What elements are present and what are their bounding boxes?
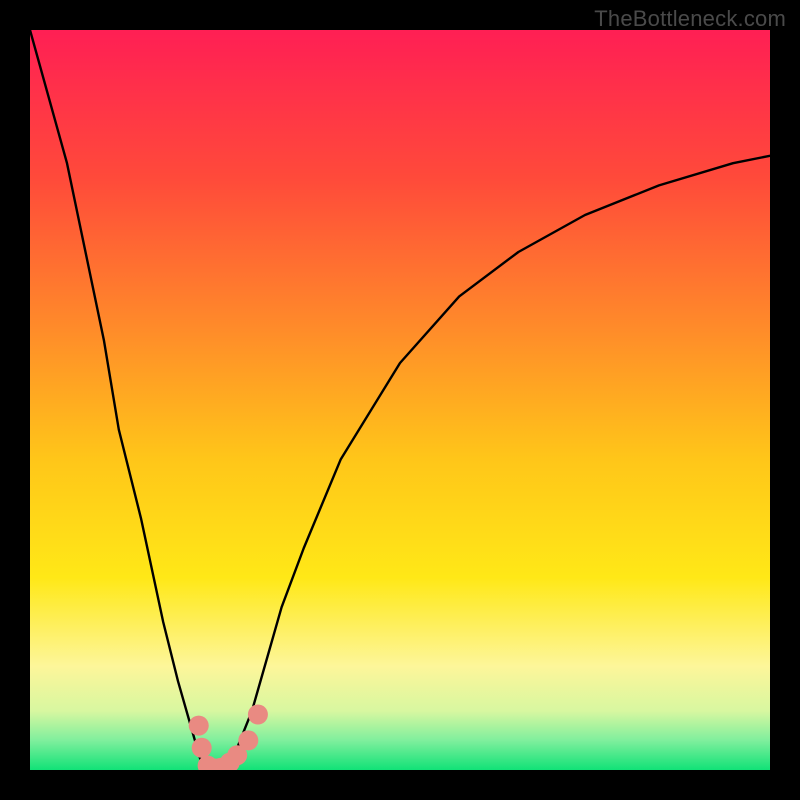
sample-point (192, 738, 212, 758)
plot-area (30, 30, 770, 770)
chart-svg (30, 30, 770, 770)
sample-point (238, 730, 258, 750)
sample-point (189, 716, 209, 736)
sample-point (248, 705, 268, 725)
watermark-text: TheBottleneck.com (594, 6, 786, 32)
chart-frame: TheBottleneck.com (0, 0, 800, 800)
gradient-background (30, 30, 770, 770)
